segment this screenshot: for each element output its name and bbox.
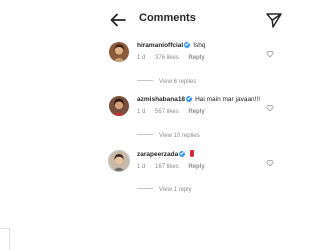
comment-item: azmishabana18 Hai main mar javaan!!! 1 d …: [96, 92, 300, 139]
like-heart-icon[interactable]: [266, 50, 274, 58]
avatar-image: [109, 96, 129, 116]
view-replies-label: View 10 replies: [159, 133, 200, 139]
view-replies-label: View 1 reply: [159, 187, 192, 193]
comment-meta: 1 d 167 likes Reply: [137, 164, 213, 170]
comment-time: 1 d: [137, 55, 146, 61]
verified-badge-icon: [184, 41, 191, 48]
back-arrow-icon[interactable]: [108, 10, 128, 30]
comment-likes[interactable]: 376 likes: [155, 55, 179, 61]
comments-header: Comments: [96, 6, 300, 34]
comment-meta: 1 d 567 likes Reply: [137, 109, 213, 115]
comment-likes[interactable]: 567 likes: [155, 109, 179, 115]
view-replies-label: View 6 replies: [159, 79, 197, 85]
avatar-image: [109, 42, 129, 62]
avatar[interactable]: [109, 151, 129, 171]
avatar-image: [109, 151, 129, 171]
comment-text: Ishq: [193, 42, 206, 49]
replies-divider: [137, 188, 153, 189]
page-title: Comments: [139, 12, 196, 24]
avatar[interactable]: [109, 96, 129, 116]
comment-line: hiramanioffcial Ishq: [137, 41, 206, 50]
comments-panel: Comments hiramanioffcial Ishq 1 d 376 lik…: [96, 0, 300, 250]
replies-divider: [137, 134, 153, 135]
comment-username[interactable]: hiramanioffcial: [137, 42, 183, 49]
avatar[interactable]: [109, 42, 129, 62]
comment-line: azmishabana18 Hai main mar javaan!!!: [137, 95, 260, 104]
comment-time: 1 d: [137, 109, 146, 115]
red-heart-emoji-icon: [190, 150, 195, 157]
comment-item: zarapeerzada 1 d 167 likes Reply View 1 …: [96, 147, 300, 193]
verified-badge-icon: [186, 95, 193, 102]
verified-badge-icon: [179, 150, 186, 157]
reply-button[interactable]: Reply: [188, 109, 204, 115]
like-heart-icon[interactable]: [266, 104, 274, 112]
replies-divider: [137, 80, 153, 81]
view-replies-button[interactable]: View 6 replies: [137, 79, 196, 85]
comment-username[interactable]: zarapeerzada: [137, 151, 178, 158]
reply-button[interactable]: Reply: [188, 164, 204, 170]
view-replies-button[interactable]: View 1 reply: [137, 187, 192, 193]
share-send-icon[interactable]: [265, 11, 283, 29]
comment-text: Hai main mar javaan!!!: [195, 96, 261, 103]
like-heart-icon[interactable]: [266, 159, 274, 167]
reply-button[interactable]: Reply: [188, 55, 204, 61]
comment-line: zarapeerzada: [137, 150, 195, 159]
comment-username[interactable]: azmishabana18: [137, 96, 185, 103]
background-window-edge: [0, 228, 10, 250]
comment-meta: 1 d 376 likes Reply: [137, 55, 213, 61]
comment-time: 1 d: [137, 164, 146, 170]
comment-item: hiramanioffcial Ishq 1 d 376 likes Reply …: [96, 38, 300, 85]
comment-likes[interactable]: 167 likes: [155, 164, 179, 170]
view-replies-button[interactable]: View 10 replies: [137, 133, 200, 139]
